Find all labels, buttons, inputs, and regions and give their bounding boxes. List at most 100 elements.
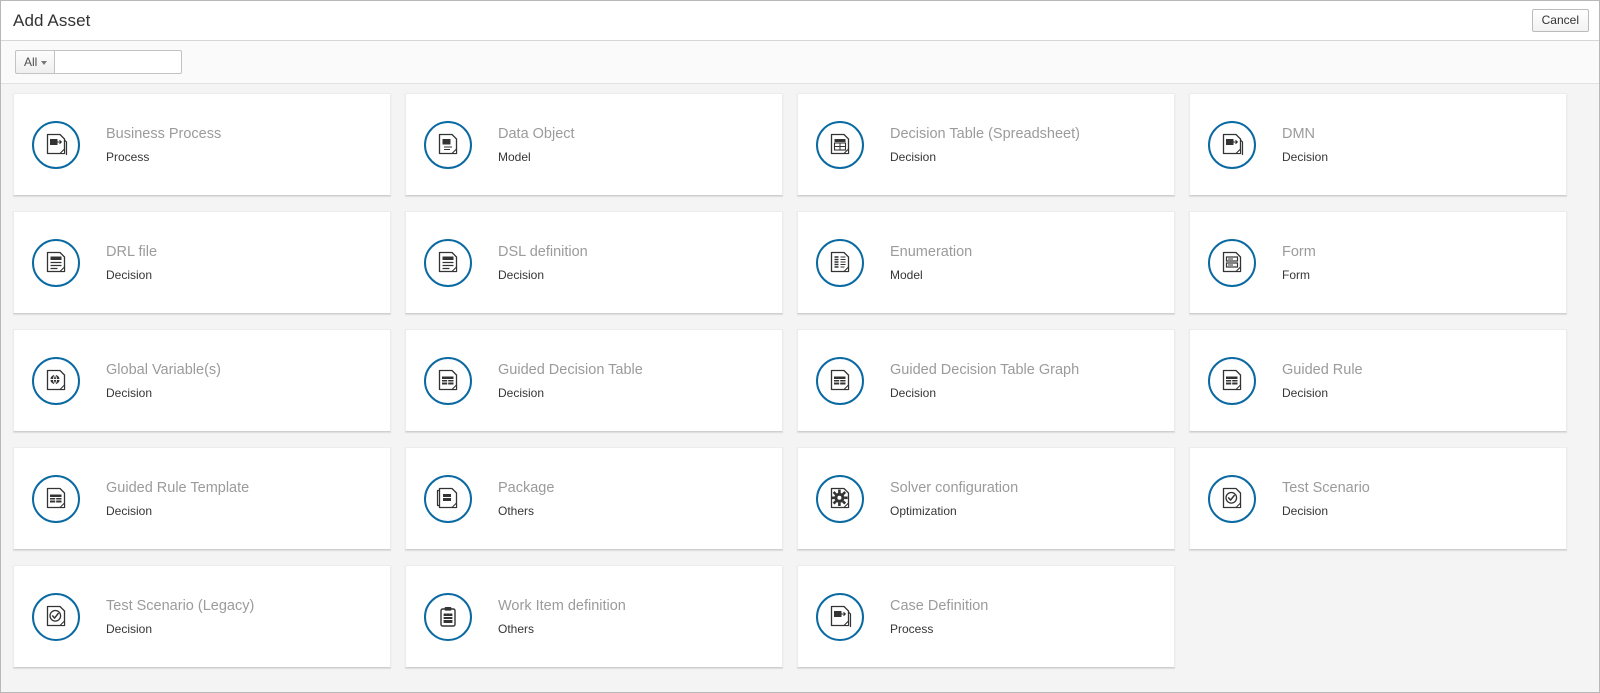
spreadsheet-document-icon: [816, 120, 864, 169]
asset-card[interactable]: Business Process Process: [13, 93, 391, 196]
page-title: Add Asset: [13, 10, 91, 30]
check-document-icon: [1208, 474, 1256, 523]
asset-card-text: Decision Table (Spreadsheet) Decision: [890, 125, 1080, 164]
asset-type-filter-dropdown[interactable]: All: [15, 50, 55, 74]
asset-card-text: Global Variable(s) Decision: [106, 361, 221, 400]
asset-card[interactable]: Guided Rule Decision: [1189, 329, 1567, 432]
modal-header: Add Asset Cancel: [1, 1, 1599, 41]
asset-card[interactable]: Form Form: [1189, 211, 1567, 314]
process-document-icon: [1208, 120, 1256, 169]
asset-card[interactable]: Guided Decision Table Graph Decision: [797, 329, 1175, 432]
asset-card[interactable]: DMN Decision: [1189, 93, 1567, 196]
asset-card[interactable]: Solver configuration Optimization: [797, 447, 1175, 550]
asset-card-text: DRL file Decision: [106, 243, 157, 282]
table-document-icon: [1208, 356, 1256, 405]
asset-card-title: Guided Decision Table Graph: [890, 362, 1080, 378]
asset-grid: Business Process Process Data Object Model D…: [1, 93, 1599, 668]
chevron-down-icon: [41, 61, 48, 65]
asset-card[interactable]: Guided Rule Template Decision: [13, 447, 391, 550]
gear-document-icon: [816, 474, 864, 523]
asset-card-category: Process: [890, 622, 934, 636]
asset-card-category: Decision: [106, 504, 153, 518]
asset-card[interactable]: Data Object Model: [405, 93, 783, 196]
asset-card-category: Decision: [1282, 504, 1329, 518]
table-document-icon: [424, 356, 472, 405]
asset-card-category: Decision: [890, 150, 937, 164]
asset-card-title: Global Variable(s): [106, 362, 221, 378]
asset-card-title: Guided Decision Table: [498, 362, 643, 378]
asset-card-category: Model: [890, 268, 923, 282]
asset-card[interactable]: Global Variable(s) Decision: [13, 329, 391, 432]
asset-card-title: DMN: [1282, 126, 1316, 142]
asset-card-text: Solver configuration Optimization: [890, 479, 1018, 518]
asset-card-text: Data Object Model: [498, 125, 575, 164]
asset-card-title: Test Scenario: [1282, 480, 1370, 496]
asset-card-category: Decision: [890, 386, 937, 400]
asset-card[interactable]: DRL file Decision: [13, 211, 391, 314]
asset-card[interactable]: Test Scenario (Legacy) Decision: [13, 565, 391, 668]
asset-card-title: Decision Table (Spreadsheet): [890, 126, 1080, 142]
cancel-button[interactable]: Cancel: [1531, 9, 1589, 32]
filter-dropdown-label: All: [24, 55, 38, 69]
asset-card[interactable]: Test Scenario Decision: [1189, 447, 1567, 550]
asset-card-empty-slot: [1189, 565, 1567, 668]
asset-card[interactable]: Enumeration Model: [797, 211, 1175, 314]
asset-card-title: Data Object: [498, 126, 575, 142]
asset-card-title: Guided Rule: [1282, 362, 1363, 378]
package-document-icon: [424, 474, 472, 523]
asset-card[interactable]: DSL definition Decision: [405, 211, 783, 314]
asset-card-category: Others: [498, 504, 535, 518]
asset-card-title: Work Item definition: [498, 598, 626, 614]
asset-card-category: Decision: [106, 386, 153, 400]
asset-card-text: Guided Rule Template Decision: [106, 479, 249, 518]
asset-card-category: Decision: [106, 268, 153, 282]
asset-card-title: Enumeration: [890, 244, 973, 260]
asset-card-title: Business Process: [106, 126, 222, 142]
asset-card[interactable]: Decision Table (Spreadsheet) Decision: [797, 93, 1175, 196]
asset-card-text: Enumeration Model: [890, 243, 972, 282]
asset-card[interactable]: Case Definition Process: [797, 565, 1175, 668]
asset-card-title: DSL definition: [498, 244, 588, 260]
rule-document-icon: [32, 238, 80, 287]
asset-card-title: Solver configuration: [890, 480, 1019, 496]
process-document-icon: [32, 120, 80, 169]
asset-card-title: Package: [498, 480, 555, 496]
lined-document-icon: [816, 238, 864, 287]
asset-card-category: Decision: [106, 622, 153, 636]
asset-card-category: Model: [498, 150, 531, 164]
clipboard-icon: [424, 592, 472, 641]
asset-card-text: Guided Decision Table Graph Decision: [890, 361, 1079, 400]
asset-card-text: DSL definition Decision: [498, 243, 588, 282]
asset-card[interactable]: Work Item definition Others: [405, 565, 783, 668]
search-input[interactable]: [54, 50, 183, 74]
table-document-icon: [816, 356, 864, 405]
asset-card-category: Form: [1282, 268, 1310, 282]
form-document-icon: [1208, 238, 1256, 287]
asset-card-title: Form: [1282, 244, 1316, 260]
asset-card-text: Form Form: [1282, 243, 1316, 282]
asset-card-category: Others: [498, 622, 535, 636]
asset-card-category: Optimization: [890, 504, 957, 518]
asset-card-title: DRL file: [106, 244, 158, 260]
filter-group: All: [15, 50, 183, 74]
asset-card-category: Decision: [498, 268, 545, 282]
asset-card-category: Decision: [1282, 386, 1329, 400]
asset-card-title: Test Scenario (Legacy): [106, 598, 255, 614]
rule-document-icon: [424, 238, 472, 287]
asset-card-text: Test Scenario Decision: [1282, 479, 1370, 518]
asset-card-category: Process: [106, 150, 150, 164]
asset-card-text: Work Item definition Others: [498, 597, 626, 636]
asset-card-text: Business Process Process: [106, 125, 221, 164]
asset-card[interactable]: Guided Decision Table Decision: [405, 329, 783, 432]
asset-card-text: DMN Decision: [1282, 125, 1328, 164]
globe-document-icon: [32, 356, 80, 405]
data-object-document-icon: [424, 120, 472, 169]
process-document-icon: [816, 592, 864, 641]
asset-card-text: Case Definition Process: [890, 597, 988, 636]
asset-card-title: Guided Rule Template: [106, 480, 250, 496]
asset-card[interactable]: Package Others: [405, 447, 783, 550]
check-document-icon: [32, 592, 80, 641]
asset-card-text: Guided Rule Decision: [1282, 361, 1363, 400]
asset-card-title: Case Definition: [890, 598, 989, 614]
asset-card-category: Decision: [498, 386, 545, 400]
